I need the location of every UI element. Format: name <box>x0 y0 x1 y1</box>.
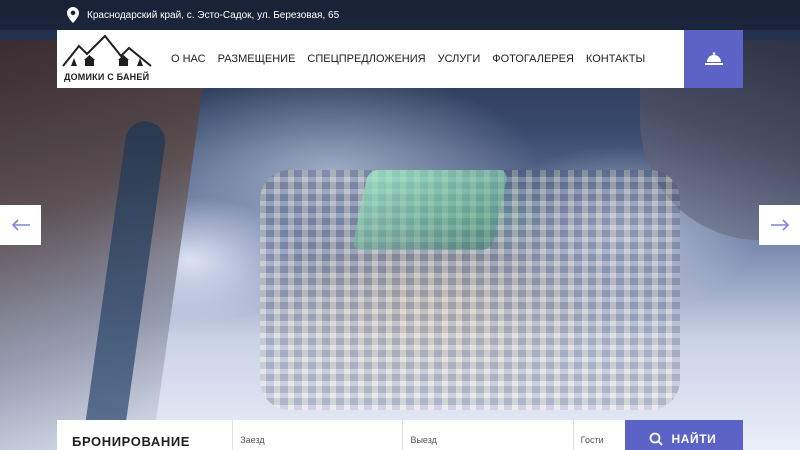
slider-next-button[interactable] <box>759 205 800 245</box>
nav-item-about[interactable]: О НАС <box>171 53 206 65</box>
nav-item-contacts[interactable]: КОНТАКТЫ <box>586 53 645 65</box>
booking-bar: БРОНИРОВАНИЕ Заезд Выезд Гости НАЙТИ <box>57 420 743 450</box>
header: ДОМИКИ С БАНЕЙ О НАС РАЗМЕЩЕНИЕ СПЕЦПРЕД… <box>57 30 743 88</box>
address-text: Краснодарский край, с. Эсто-Садок, ул. Б… <box>87 9 340 21</box>
logo[interactable]: ДОМИКИ С БАНЕЙ <box>57 30 159 88</box>
top-bar: Краснодарский край, с. Эсто-Садок, ул. Б… <box>0 0 800 30</box>
mountains-logo-icon <box>62 34 152 67</box>
nav-item-services[interactable]: УСЛУГИ <box>438 53 481 65</box>
arrow-left-icon <box>11 219 30 231</box>
service-bell-button[interactable] <box>684 30 743 88</box>
nav-item-gallery[interactable]: ФОТОГАЛЕРЕЯ <box>492 53 574 65</box>
checkout-field[interactable]: Выезд <box>403 420 574 450</box>
checkin-label: Заезд <box>240 435 265 445</box>
slider-prev-button[interactable] <box>0 205 41 245</box>
guests-field[interactable]: Гости <box>574 420 626 450</box>
map-pin-icon <box>67 7 79 23</box>
nav-item-accommodation[interactable]: РАЗМЕЩЕНИЕ <box>218 53 296 65</box>
service-bell-icon <box>704 52 723 65</box>
nav-item-special-offers[interactable]: СПЕЦПРЕДЛОЖЕНИЯ <box>307 53 425 65</box>
main-nav: О НАС РАЗМЕЩЕНИЕ СПЕЦПРЕДЛОЖЕНИЯ УСЛУГИ … <box>171 30 657 88</box>
guests-label: Гости <box>580 435 604 445</box>
booking-title: БРОНИРОВАНИЕ <box>57 420 234 450</box>
checkin-field[interactable]: Заезд <box>233 420 404 450</box>
glass-dome <box>351 170 509 250</box>
logo-text: ДОМИКИ С БАНЕЙ <box>64 72 150 82</box>
checkout-label: Выезд <box>410 435 437 445</box>
address: Краснодарский край, с. Эсто-Садок, ул. Б… <box>67 7 339 23</box>
find-label: НАЙТИ <box>671 432 717 446</box>
find-button[interactable]: НАЙТИ <box>625 420 743 450</box>
arrow-right-icon <box>770 219 789 231</box>
search-icon <box>650 432 664 446</box>
